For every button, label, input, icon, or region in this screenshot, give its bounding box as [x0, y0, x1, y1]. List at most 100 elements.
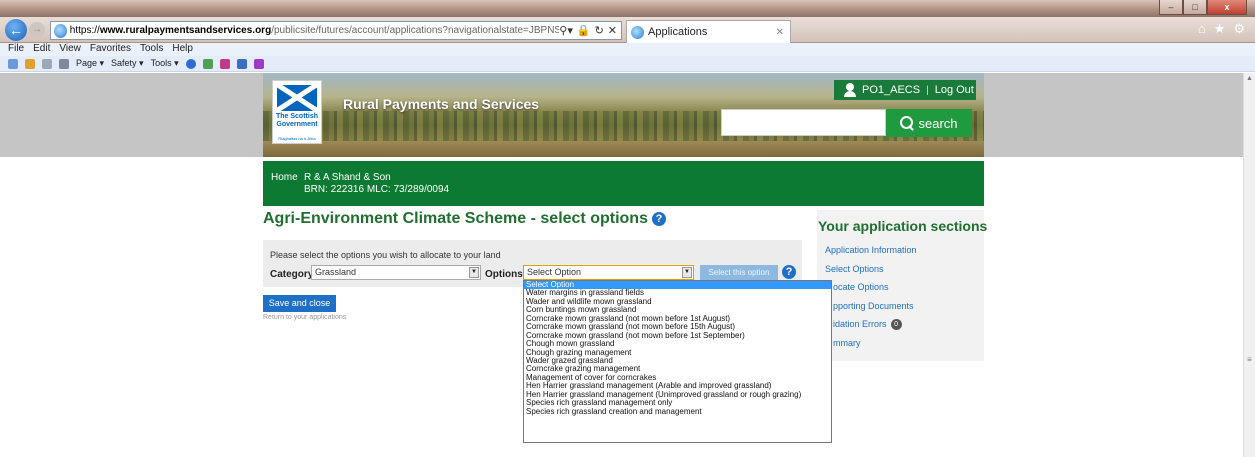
dropdown-option[interactable]: Hen Harrier grassland management (Arable… — [524, 382, 831, 390]
command-bar: Page ▾ Safety ▾ Tools ▾ — [0, 56, 1255, 72]
dropdown-option[interactable]: Wader grazed grassland — [524, 357, 831, 365]
business-identifiers: BRN: 222316 MLC: 73/289/0094 — [304, 184, 450, 195]
search-button-label: search — [918, 115, 958, 131]
username[interactable]: PO1_AECS — [862, 84, 920, 96]
maximize-button[interactable]: □ — [1183, 0, 1207, 15]
menu-help[interactable]: Help — [172, 43, 193, 56]
category-select-value: Grassland — [315, 267, 357, 277]
scottish-government-logo[interactable]: The Scottish Government Riaghaltas na h-… — [272, 80, 322, 144]
logo-gaelic-text: Riaghaltas na h-Alba — [278, 136, 316, 141]
page-title-text: Agri-Environment Climate Scheme - select… — [263, 210, 648, 227]
search-button[interactable]: search — [886, 109, 972, 137]
sidebar-item-allocate-options[interactable]: ocate Options — [833, 282, 889, 292]
dropdown-option[interactable]: Select Option — [524, 281, 831, 290]
search-icon — [900, 116, 914, 130]
return-to-applications-link[interactable]: Return to your applications — [263, 314, 346, 321]
dropdown-option[interactable]: Chough grazing management — [524, 349, 831, 357]
sidebar-item-application-information[interactable]: Application Information — [825, 245, 917, 255]
logout-link[interactable]: Log Out — [935, 84, 974, 96]
url-host: www.ruralpaymentsandservices.org — [99, 25, 272, 36]
scroll-grip-icon[interactable]: ≡ — [1247, 355, 1252, 364]
dropdown-option[interactable]: Species rich grassland creation and mana… — [524, 408, 831, 416]
save-and-close-button[interactable]: Save and close — [263, 295, 336, 312]
dropdown-option[interactable]: Corncrake mown grassland (not mown befor… — [524, 332, 831, 340]
dropdown-option[interactable]: Management of cover for corncrakes — [524, 374, 831, 382]
address-bar[interactable]: https:// www.ruralpaymentsandservices.or… — [50, 21, 622, 40]
forward-button[interactable]: → — [29, 22, 45, 38]
business-name: R & A Shand & Son — [304, 172, 391, 183]
dropdown-option[interactable]: Corncrake mown grassland (not mown befor… — [524, 323, 831, 331]
search-input[interactable] — [721, 109, 886, 136]
refresh-icon[interactable]: ↻ — [595, 24, 604, 37]
menu-view[interactable]: View — [59, 43, 81, 56]
page-favicon-icon — [54, 23, 67, 38]
user-separator: | — [926, 84, 929, 96]
window-title-bar: – □ x — [0, 0, 1255, 17]
lync-icon[interactable] — [253, 58, 264, 69]
browser-nav-bar: ← → https:// www.ruralpaymentsandservice… — [0, 17, 1255, 43]
mail-icon[interactable] — [42, 58, 52, 69]
page-menu[interactable]: Page ▾ — [76, 58, 104, 69]
dropdown-option[interactable]: Chough mown grassland — [524, 340, 831, 348]
menu-tools[interactable]: Tools — [140, 43, 163, 56]
category-select[interactable]: Grassland ▼ — [311, 265, 481, 280]
lock-icon[interactable]: 🔒 — [577, 24, 591, 37]
saltire-flag-icon — [277, 85, 317, 111]
menu-file[interactable]: File — [8, 43, 24, 56]
tab-label: Applications — [648, 26, 708, 38]
favorites-star-icon[interactable]: ★ — [1214, 21, 1226, 37]
error-count-badge: 0 — [890, 319, 902, 331]
dropdown-option[interactable]: Wader and wildlife mown grassland — [524, 298, 831, 306]
options-help-icon[interactable]: ? — [782, 265, 796, 279]
site-banner: The Scottish Government Riaghaltas na h-… — [263, 73, 984, 157]
dropdown-option[interactable]: Species rich grassland management only — [524, 399, 831, 407]
sidebar-item-validation-errors[interactable]: idation Errors 0 — [833, 319, 902, 331]
options-select-value: Select Option — [527, 267, 582, 277]
user-icon — [844, 83, 856, 97]
options-label: Options — [485, 269, 523, 280]
search-dropdown-icon[interactable]: ⚲▾ — [559, 24, 573, 37]
menu-bar: File Edit View Favorites Tools Help — [0, 43, 1255, 56]
menu-edit[interactable]: Edit — [33, 43, 50, 56]
url-scheme: https:// — [69, 25, 100, 36]
dropdown-option[interactable]: Corncrake mown grassland (not mown befor… — [524, 315, 831, 323]
vertical-scrollbar[interactable]: ▲ ≡ — [1243, 73, 1255, 457]
stop-icon[interactable]: ✕ — [608, 24, 617, 37]
chevron-down-icon[interactable]: ▼ — [682, 267, 692, 278]
business-bar: Home R & A Shand & Son BRN: 222316 MLC: … — [263, 161, 984, 206]
select-this-option-button[interactable]: Select this option — [700, 265, 778, 280]
help-icon[interactable] — [185, 58, 196, 69]
menu-favorites[interactable]: Favorites — [90, 43, 131, 56]
chevron-down-icon[interactable]: ▼ — [469, 267, 479, 278]
onenote-icon[interactable] — [219, 58, 230, 69]
home-link[interactable]: Home — [271, 172, 298, 183]
sidebar-item-supporting-documents[interactable]: pporting Documents — [833, 301, 914, 311]
dropdown-option[interactable]: Water margins in grassland fields — [524, 289, 831, 297]
logo-text: The Scottish Government — [275, 113, 318, 128]
dropdown-option[interactable]: Corn buntings mown grassland — [524, 306, 831, 314]
scroll-up-arrow-icon[interactable]: ▲ — [1246, 75, 1253, 82]
dropdown-option[interactable]: Hen Harrier grassland management (Unimpr… — [524, 391, 831, 399]
word-icon[interactable] — [236, 58, 247, 69]
home-icon[interactable]: ⌂ — [1198, 21, 1206, 37]
sidebar-item-summary[interactable]: mmary — [833, 338, 861, 348]
category-label: Category — [270, 269, 314, 280]
options-dropdown-list[interactable]: Select Option Water margins in grassland … — [523, 280, 832, 443]
feeds-icon[interactable] — [25, 58, 35, 69]
close-window-button[interactable]: x — [1207, 0, 1247, 15]
print-icon[interactable] — [59, 58, 69, 69]
options-select[interactable]: Select Option ▼ — [523, 265, 694, 280]
tools-menu[interactable]: Tools ▾ — [151, 58, 179, 69]
sidebar-item-select-options[interactable]: Select Options — [825, 264, 884, 274]
home-page-icon[interactable] — [8, 58, 18, 69]
safety-menu[interactable]: Safety ▾ — [111, 58, 144, 69]
settings-gear-icon[interactable]: ⚙ — [1233, 21, 1245, 37]
page-title: Agri-Environment Climate Scheme - select… — [263, 210, 666, 228]
back-button[interactable]: ← — [5, 19, 27, 41]
minimize-button[interactable]: – — [1159, 0, 1183, 15]
tab-applications[interactable]: Applications ✕ — [626, 20, 791, 43]
tab-close-icon[interactable]: ✕ — [776, 27, 784, 38]
dropdown-option[interactable]: Corncrake grazing management — [524, 365, 831, 373]
help-icon[interactable]: ? — [651, 212, 666, 226]
addon-icon[interactable] — [202, 58, 213, 69]
